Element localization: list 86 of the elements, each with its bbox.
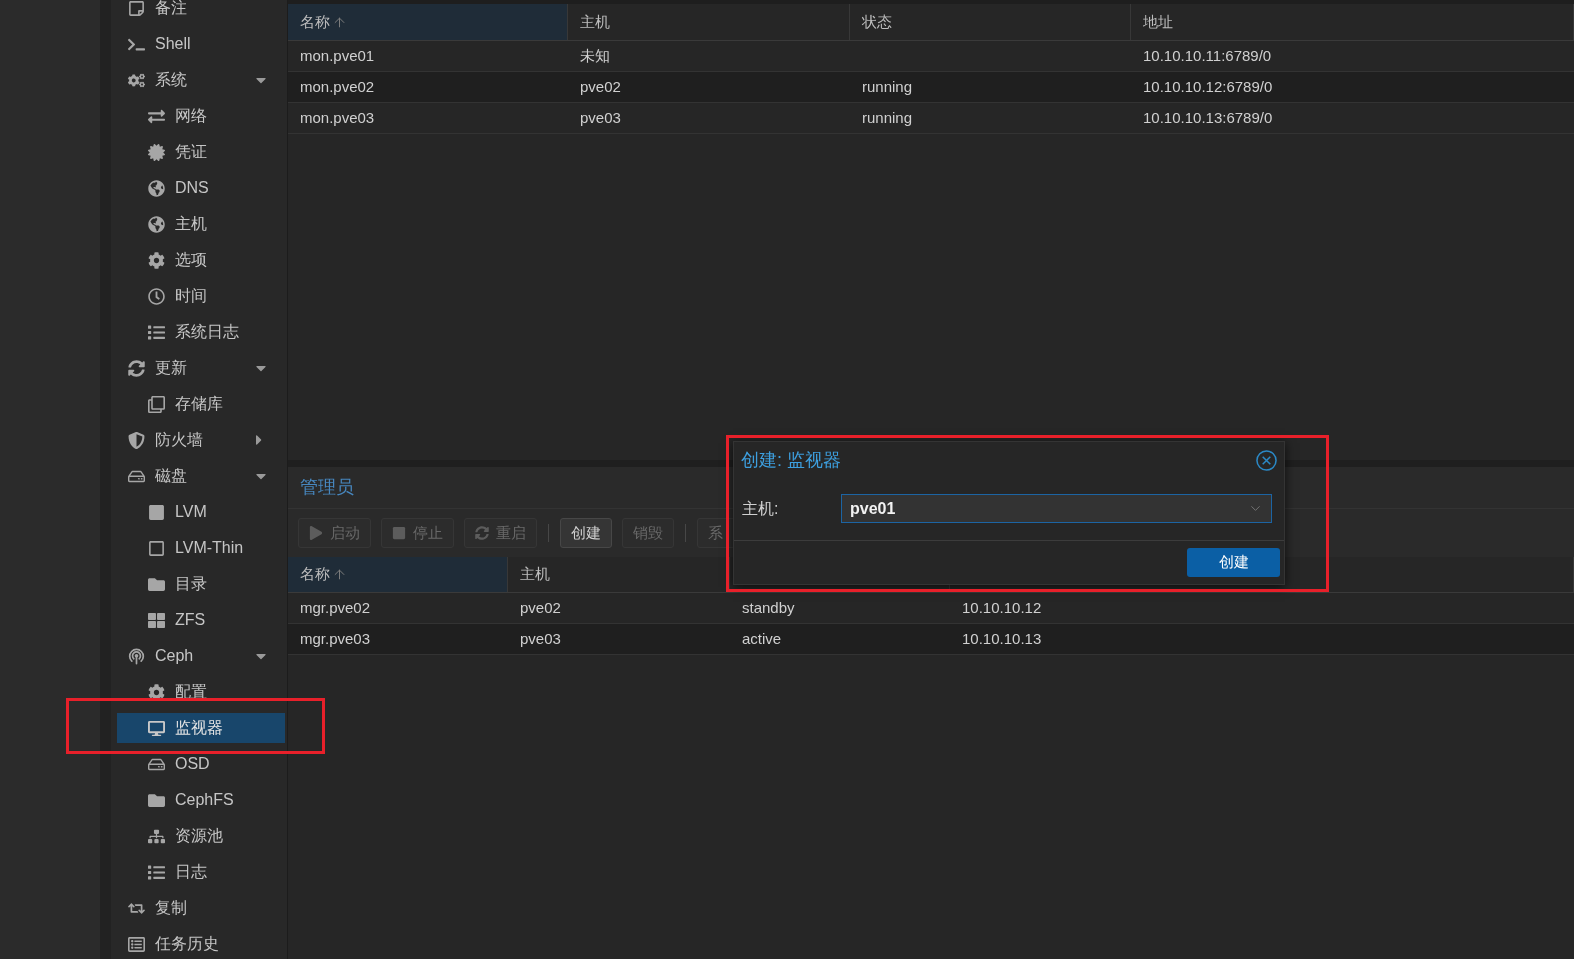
clock-icon xyxy=(148,287,165,305)
table-cell-text: pve02 xyxy=(520,597,561,618)
table-cell-text: running xyxy=(862,107,913,128)
table-cell-text: mon.pve01 xyxy=(300,45,375,66)
gear-icon xyxy=(148,251,165,269)
refresh-icon xyxy=(128,359,145,377)
table-cell-text: mon.pve02 xyxy=(300,76,375,97)
gears-icon xyxy=(128,71,145,89)
table-cell-text: 10.10.10.12 xyxy=(962,597,1042,618)
seal-icon xyxy=(148,143,165,161)
refresh-icon xyxy=(475,526,489,540)
signal-arcs-icon xyxy=(128,647,145,665)
square-icon xyxy=(148,503,165,521)
sidebar-item[interactable]: Shell xyxy=(117,29,285,59)
list-box-icon xyxy=(128,935,145,953)
sidebar-item[interactable]: ZFS xyxy=(117,605,285,635)
table-cell-text: pve03 xyxy=(520,628,561,649)
host-combobox[interactable]: pve01 xyxy=(841,494,1272,523)
sidebar-item[interactable]: 任务历史 xyxy=(117,929,285,959)
sidebar-item[interactable]: 时间 xyxy=(117,281,285,311)
panel-title: 管理员 xyxy=(300,476,354,499)
table-cell-text: active xyxy=(742,628,782,649)
sidebar-item[interactable]: OSD xyxy=(117,749,285,779)
sidebar-item[interactable]: 防火墙 xyxy=(117,425,285,455)
sidebar-item[interactable]: 目录 xyxy=(117,569,285,599)
sidebar-item[interactable]: 备注 xyxy=(117,0,285,23)
sidebar-item[interactable]: CephFS xyxy=(117,785,285,815)
column-header[interactable]: 主机 xyxy=(568,4,850,40)
table-cell-text: pve03 xyxy=(580,107,621,128)
sidebar-item[interactable]: 存储库 xyxy=(117,389,285,419)
sidebar-item[interactable]: 复制 xyxy=(117,893,285,923)
table-row[interactable]: mon.pve02 pve02 running 10.10.10.12:6789/0 xyxy=(288,72,1574,103)
sidebar-item[interactable]: 系统 xyxy=(117,65,285,95)
monitor-icon xyxy=(148,719,165,737)
arrows-icon xyxy=(148,107,165,125)
shield-icon xyxy=(128,431,145,449)
create-button[interactable]: 创建 xyxy=(1187,548,1280,577)
folder-icon xyxy=(148,791,165,809)
dialog-title: 创建: 监视器 xyxy=(741,448,841,472)
close-icon[interactable] xyxy=(1256,449,1277,471)
sidebar-item[interactable]: DNS xyxy=(117,173,285,203)
sidebar-item[interactable]: 选项 xyxy=(117,245,285,275)
list-icon xyxy=(148,323,165,341)
sidebar-item[interactable]: LVM xyxy=(117,497,285,527)
table-cell-text: running xyxy=(862,76,913,97)
table-cell-text: 未知 xyxy=(580,45,610,66)
play-icon xyxy=(309,526,323,540)
sidebar-item[interactable]: 监视器 xyxy=(117,713,285,743)
list-icon xyxy=(148,863,165,881)
table-cell-text: 10.10.10.11:6789/0 xyxy=(1143,45,1272,66)
hierarchy-icon xyxy=(148,827,165,845)
table-cell-text: 10.10.10.13:6789/0 xyxy=(1143,107,1273,128)
table-cell-text: pve02 xyxy=(580,76,621,97)
folder-icon xyxy=(148,575,165,593)
table-cell-text: standby xyxy=(742,597,795,618)
column-header[interactable]: 状态 xyxy=(850,4,1131,40)
sidebar-item[interactable]: 系统日志 xyxy=(117,317,285,347)
globe-icon xyxy=(148,179,165,197)
table-cell-text: 10.10.10.12:6789/0 xyxy=(1143,76,1273,97)
copy-icon xyxy=(148,395,165,413)
table-cell-text: mon.pve03 xyxy=(300,107,375,128)
sidebar-item[interactable]: 磁盘 xyxy=(117,461,285,491)
sidebar-item[interactable]: 资源池 xyxy=(117,821,285,851)
note-icon xyxy=(128,0,145,17)
sidebar-item[interactable]: Ceph xyxy=(117,641,285,671)
field-label: 主机: xyxy=(742,498,780,519)
table-cell-text: 10.10.10.13 xyxy=(962,628,1042,649)
column-header[interactable]: 主机 xyxy=(508,557,730,592)
square-outline-icon xyxy=(148,539,165,557)
sidebar-item[interactable]: 主机 xyxy=(117,209,285,239)
column-header[interactable]: 名称 xyxy=(288,4,568,40)
stop-icon xyxy=(392,526,406,540)
table-cell-text: mgr.pve03 xyxy=(300,628,371,649)
gear-icon xyxy=(148,683,165,701)
toolbar-button[interactable]: 创建 xyxy=(560,518,612,548)
column-header[interactable]: 地址 xyxy=(1131,4,1574,40)
sidebar-item[interactable]: LVM-Thin xyxy=(117,533,285,563)
sidebar-item[interactable]: 凭证 xyxy=(117,137,285,167)
sidebar-item[interactable]: 更新 xyxy=(117,353,285,383)
grid-icon xyxy=(148,611,165,629)
sidebar-item[interactable]: 网络 xyxy=(117,101,285,131)
globe-icon xyxy=(148,215,165,233)
table-row[interactable]: mgr.pve03 pve03 active 10.10.10.13 xyxy=(288,624,1574,655)
column-header[interactable]: 名称 xyxy=(288,557,508,592)
sidebar-item[interactable]: 日志 xyxy=(117,857,285,887)
table-cell-text: mgr.pve02 xyxy=(300,597,371,618)
